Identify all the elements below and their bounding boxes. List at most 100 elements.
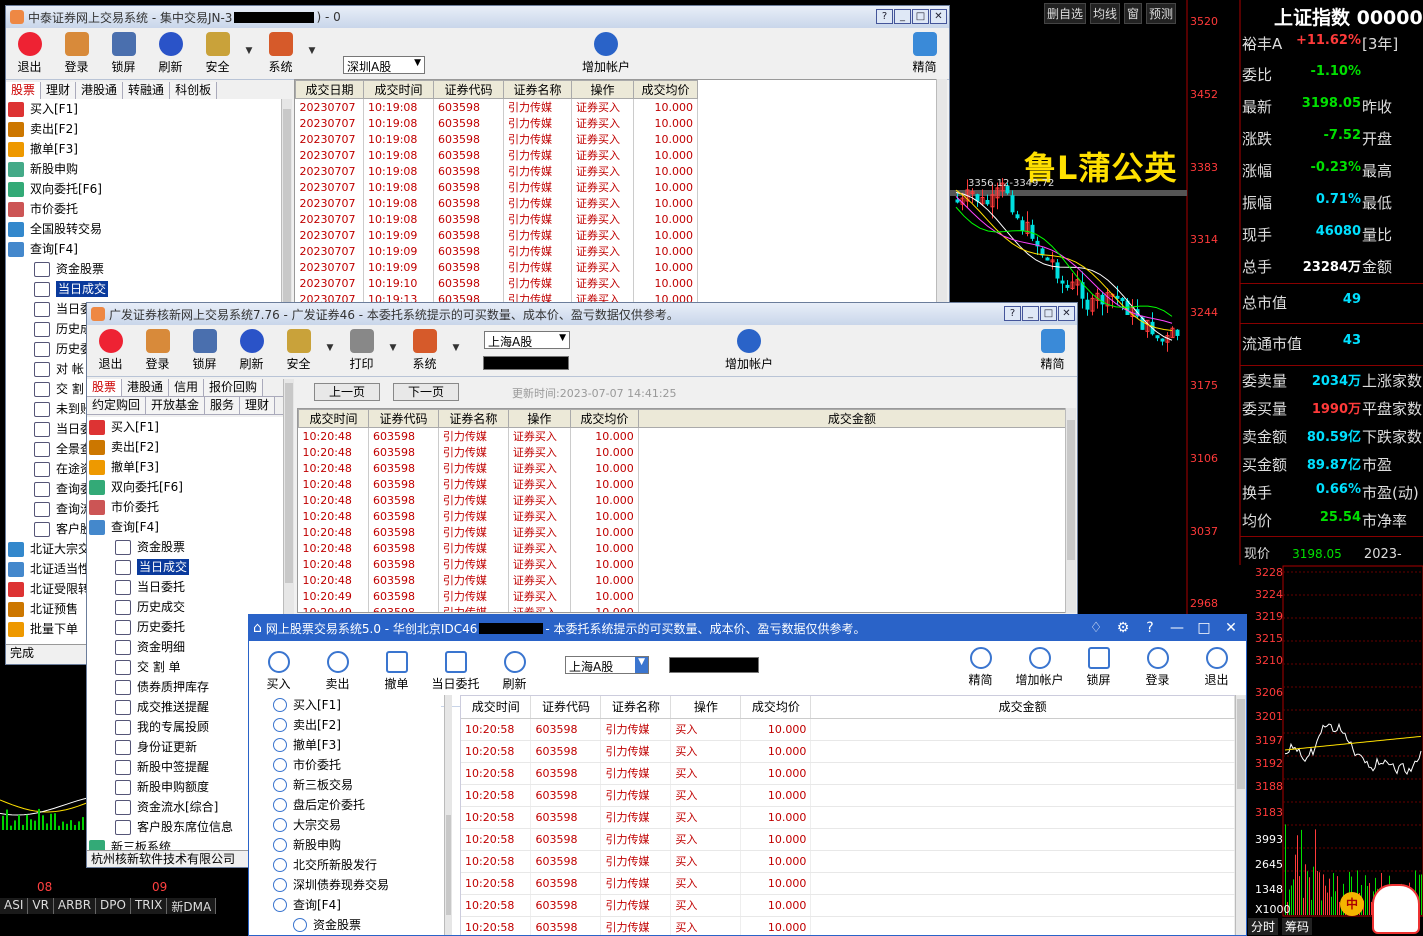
close-icon[interactable]: ✕ <box>1058 306 1075 321</box>
login-button[interactable]: 登录 <box>134 329 181 372</box>
tree-item[interactable]: 卖出[F2] <box>87 437 283 457</box>
column-header[interactable]: 成交时间 <box>363 80 434 99</box>
market-select[interactable]: 上海A股 ▼ <box>484 331 570 349</box>
system-button[interactable]: 系统 <box>401 329 448 372</box>
tree-item[interactable]: 新三板交易 <box>249 775 441 795</box>
ind-tab-vr[interactable]: VR <box>28 898 54 914</box>
chart-toolbar-btn-3[interactable]: 预测 <box>1146 3 1177 24</box>
tab-wealth[interactable]: 理财 <box>240 397 276 414</box>
ind-tab-dpo[interactable]: DPO <box>96 898 131 914</box>
table-row[interactable]: 20230707 10:19:08 603598 引力传媒 证券买入 10.000 <box>295 131 698 147</box>
tree-item[interactable]: 双向委托[F6] <box>6 179 281 199</box>
security-dropdown-icon[interactable]: ▼ <box>241 46 257 56</box>
exit-button[interactable]: 退出 <box>87 329 134 372</box>
column-header[interactable]: 操作 <box>670 696 742 719</box>
tree-item[interactable]: 买入[F1] <box>249 695 441 715</box>
chart-toolbar-btn-1[interactable]: 均线 <box>1090 3 1121 24</box>
chart-toolbar-btn-2[interactable]: 窗 <box>1124 3 1143 24</box>
tree-item[interactable]: 盘后定价委托 <box>249 795 441 815</box>
next-page-button[interactable]: 下一页 <box>393 383 459 401</box>
tree-item[interactable]: 新股申购 <box>6 159 281 179</box>
tree-item[interactable]: 当日委托 <box>87 577 283 597</box>
tab-credit[interactable]: 信用 <box>169 379 205 396</box>
tree-item[interactable]: 市价委托 <box>87 497 283 517</box>
tree-item[interactable]: 买入[F1] <box>87 417 283 437</box>
table-row[interactable]: 10:20:58 603598 引力传媒 买入 10.000 <box>461 828 1235 851</box>
table-row[interactable]: 10:20:48 603598 引力传媒 证券买入 10.000 <box>298 444 1066 460</box>
tree-item[interactable]: 查询[F4] <box>87 517 283 537</box>
table-row[interactable]: 10:20:58 603598 引力传媒 买入 10.000 <box>461 784 1235 807</box>
close-icon[interactable]: ✕ <box>930 9 947 24</box>
column-header[interactable]: 成交金额 <box>810 696 1235 719</box>
maximize-icon[interactable]: □ <box>1191 618 1217 638</box>
ind-tab-dma[interactable]: 新DMA <box>167 898 217 914</box>
help-icon[interactable]: ? <box>876 9 893 24</box>
system-dropdown-icon[interactable]: ▼ <box>448 343 464 353</box>
tree-item[interactable]: 市价委托 <box>249 755 441 775</box>
security-button[interactable]: 安全 <box>275 329 322 372</box>
tree-item[interactable]: 当日成交 <box>6 279 281 299</box>
security-button[interactable]: 安全 <box>194 32 241 75</box>
tab-stock[interactable]: 股票 <box>6 82 42 99</box>
table-row[interactable]: 10:20:48 603598 引力传媒 证券买入 10.000 <box>298 508 1066 524</box>
lock-screen-button[interactable]: 锁屏 <box>1069 641 1128 688</box>
tab-star-market[interactable]: 科创板 <box>170 82 218 99</box>
table-row[interactable]: 20230707 10:19:08 603598 引力传媒 证券买入 10.000 <box>295 195 698 211</box>
table-row[interactable]: 10:20:48 603598 引力传媒 证券买入 10.000 <box>298 476 1066 492</box>
simple-mode-button[interactable]: 精简 <box>951 641 1010 688</box>
refresh-button[interactable]: 刷新 <box>228 329 275 372</box>
column-header[interactable]: 证券名称 <box>437 409 509 428</box>
cancel-order-button[interactable]: 撤单 <box>367 645 426 692</box>
minimize-icon[interactable]: _ <box>894 9 911 24</box>
tab-wealth[interactable]: 理财 <box>41 82 77 99</box>
exit-button[interactable]: 退出 <box>1187 641 1246 688</box>
w1-titlebar[interactable]: 中泰证券网上交易系统 - 集中交易JN-3 ) - 0 ? _ □ ✕ <box>6 6 949 28</box>
table-row[interactable]: 10:20:48 603598 引力传媒 证券买入 10.000 <box>298 572 1066 588</box>
ind-tab-arbr[interactable]: ARBR <box>53 898 97 914</box>
tree-item[interactable]: 大宗交易 <box>249 815 441 835</box>
w3-tree-scrollbar[interactable] <box>444 695 452 935</box>
tab-hk-connect[interactable]: 港股通 <box>122 379 170 396</box>
column-header[interactable]: 操作 <box>507 409 571 428</box>
print-dropdown-icon[interactable]: ▼ <box>385 343 401 353</box>
maximize-icon[interactable]: □ <box>912 9 929 24</box>
table-row[interactable]: 20230707 10:19:09 603598 引力传媒 证券买入 10.000 <box>295 243 698 259</box>
tab-service[interactable]: 服务 <box>205 397 241 414</box>
tree-item[interactable]: 全国股转交易 <box>6 219 281 239</box>
column-header[interactable]: 操作 <box>571 80 634 99</box>
table-row[interactable]: 10:20:49 603598 引力传媒 证券买入 10.000 <box>298 604 1066 612</box>
tab-open-fund[interactable]: 开放基金 <box>146 397 206 414</box>
tree-item[interactable]: 双向委托[F6] <box>87 477 283 497</box>
tree-item[interactable]: 查询[F4] <box>249 895 441 915</box>
tree-item[interactable]: 市价委托 <box>6 199 281 219</box>
column-header[interactable]: 成交均价 <box>569 409 639 428</box>
column-header[interactable]: 成交均价 <box>633 80 698 99</box>
minimize-icon[interactable]: — <box>1164 618 1190 638</box>
column-header[interactable]: 成交时间 <box>461 696 532 719</box>
lock-screen-button[interactable]: 锁屏 <box>181 329 228 372</box>
exit-button[interactable]: 退出 <box>6 32 53 75</box>
sell-button[interactable]: 卖出 <box>308 645 367 692</box>
market-select[interactable]: 深圳A股 ▼ <box>343 56 425 74</box>
help-icon[interactable]: ? <box>1137 618 1163 638</box>
tab-fenshi[interactable]: 分时 <box>1248 918 1279 935</box>
tree-item[interactable]: 资金股票 <box>87 537 283 557</box>
ind-tab-trix[interactable]: TRIX <box>130 898 168 914</box>
table-row[interactable]: 10:20:58 603598 引力传媒 买入 10.000 <box>461 894 1235 917</box>
w2-titlebar[interactable]: 广发证券核新网上交易系统7.76 - 广发证券46 - 本委托系统提示的可买数量… <box>87 303 1077 325</box>
add-account-button[interactable]: 增加帐户 <box>1010 641 1069 688</box>
today-orders-button[interactable]: 当日委托 <box>426 645 485 692</box>
column-header[interactable]: 证券代码 <box>530 696 602 719</box>
tab-stock[interactable]: 股票 <box>87 379 123 396</box>
simple-mode-button[interactable]: 精简 <box>901 32 948 75</box>
tree-item[interactable]: 查询[F4] <box>6 239 281 259</box>
add-account-button[interactable]: 增加帐户 <box>576 32 636 75</box>
table-row[interactable]: 10:20:58 603598 引力传媒 买入 10.000 <box>461 762 1235 785</box>
column-header[interactable]: 成交均价 <box>740 696 812 719</box>
table-row[interactable]: 10:20:48 603598 引力传媒 证券买入 10.000 <box>298 524 1066 540</box>
w3-titlebar[interactable]: ⌂ 网上股票交易系统5.0 - 华创北京IDC46 - 本委托系统提示的可买数量… <box>249 615 1246 641</box>
tree-item[interactable]: 当日成交 <box>87 557 283 577</box>
table-row[interactable]: 20230707 10:19:10 603598 引力传媒 证券买入 10.000 <box>295 275 698 291</box>
table-row[interactable]: 20230707 10:19:08 603598 引力传媒 证券买入 10.000 <box>295 211 698 227</box>
tab-refinancing[interactable]: 转融通 <box>123 82 171 99</box>
